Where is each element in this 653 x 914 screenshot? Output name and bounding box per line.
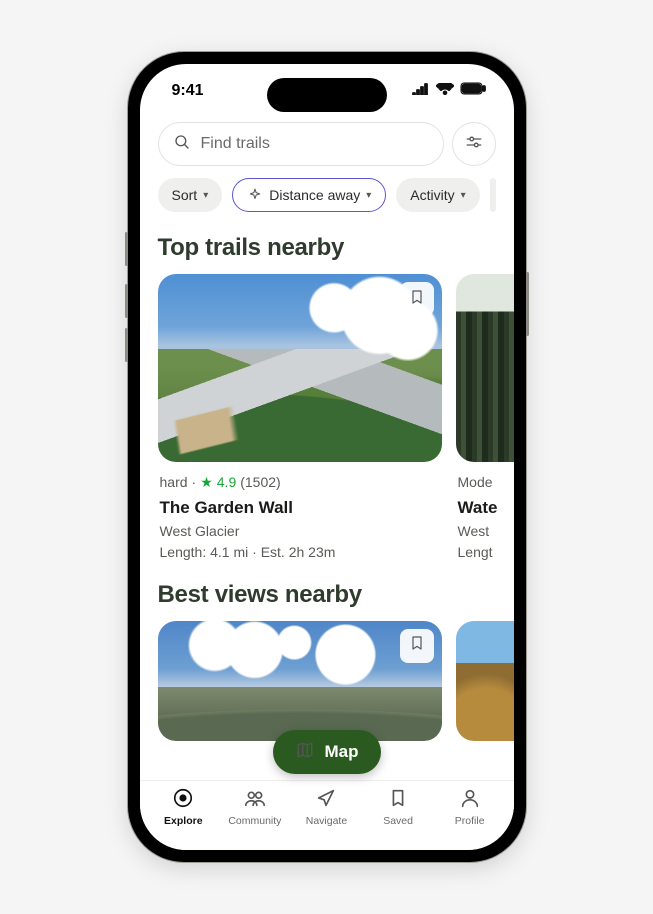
view-image bbox=[456, 621, 514, 741]
view-card[interactable] bbox=[158, 621, 442, 741]
best-views-row[interactable] bbox=[140, 621, 514, 741]
trail-image bbox=[456, 274, 514, 462]
view-card[interactable] bbox=[456, 621, 514, 741]
search-icon bbox=[173, 133, 191, 156]
bookmark-button[interactable] bbox=[400, 282, 434, 316]
trail-location: West Glacier bbox=[160, 521, 440, 542]
chip-distance[interactable]: Distance away ▾ bbox=[232, 178, 386, 212]
trail-location: West bbox=[458, 521, 514, 542]
chip-distance-label: Distance away bbox=[269, 187, 360, 203]
tab-saved[interactable]: Saved bbox=[362, 787, 434, 840]
map-button-label: Map bbox=[325, 742, 359, 762]
status-time: 9:41 bbox=[172, 82, 204, 100]
filter-button[interactable] bbox=[452, 122, 496, 166]
battery-icon bbox=[460, 82, 486, 100]
trail-est-label: Est. bbox=[261, 544, 285, 560]
chip-overflow[interactable] bbox=[490, 178, 496, 212]
trail-card[interactable]: hard · ★ 4.9 (1502) The Garden Wall West… bbox=[158, 274, 442, 563]
bookmark-icon bbox=[409, 288, 425, 311]
tab-label: Navigate bbox=[306, 815, 347, 827]
tab-label: Explore bbox=[164, 815, 203, 827]
trail-length-label: Length: bbox=[160, 544, 207, 560]
section-title-top-trails: Top trails nearby bbox=[140, 230, 514, 274]
sliders-icon bbox=[465, 133, 483, 156]
trail-reviews: (1502) bbox=[240, 472, 280, 493]
chip-sort-label: Sort bbox=[172, 187, 198, 203]
trail-title: The Garden Wall bbox=[160, 495, 440, 521]
map-button[interactable]: Map bbox=[273, 730, 381, 774]
tab-profile[interactable]: Profile bbox=[434, 787, 506, 840]
tab-community[interactable]: Community bbox=[219, 787, 291, 840]
chevron-down-icon: ▾ bbox=[461, 190, 466, 201]
tab-label: Community bbox=[228, 815, 281, 827]
tab-bar: Explore Community Navigate Saved bbox=[140, 780, 514, 850]
trail-card[interactable]: Mode Wate West Lengt bbox=[456, 274, 514, 563]
profile-icon bbox=[459, 787, 481, 812]
chevron-down-icon: ▾ bbox=[366, 190, 371, 201]
trail-title: Wate bbox=[458, 495, 514, 521]
star-icon: ★ bbox=[200, 472, 213, 493]
tab-navigate[interactable]: Navigate bbox=[291, 787, 363, 840]
view-image bbox=[158, 621, 442, 741]
search-placeholder: Find trails bbox=[201, 135, 270, 153]
sparkle-icon bbox=[247, 187, 263, 203]
navigate-icon bbox=[315, 787, 337, 812]
chevron-down-icon: ▾ bbox=[203, 190, 208, 201]
compass-icon bbox=[172, 787, 194, 812]
chip-activity-label: Activity bbox=[410, 187, 454, 203]
section-title-best-views: Best views nearby bbox=[140, 563, 514, 621]
bookmark-button[interactable] bbox=[400, 629, 434, 663]
trail-difficulty: Mode bbox=[458, 472, 514, 493]
trail-length-value: 4.1 mi bbox=[210, 544, 248, 560]
wifi-icon bbox=[436, 82, 454, 100]
chip-sort[interactable]: Sort ▾ bbox=[158, 178, 223, 212]
tab-label: Profile bbox=[455, 815, 485, 827]
bookmark-icon bbox=[409, 634, 425, 657]
top-trails-row[interactable]: hard · ★ 4.9 (1502) The Garden Wall West… bbox=[140, 274, 514, 563]
map-icon bbox=[295, 741, 315, 764]
trail-difficulty: hard bbox=[160, 472, 188, 493]
trail-length-label: Lengt bbox=[458, 542, 514, 563]
tab-explore[interactable]: Explore bbox=[148, 787, 220, 840]
search-input[interactable]: Find trails bbox=[158, 122, 444, 166]
dynamic-island bbox=[267, 78, 387, 112]
community-icon bbox=[244, 787, 266, 812]
trail-est-value: 2h 23m bbox=[289, 544, 336, 560]
trail-rating: 4.9 bbox=[217, 472, 236, 493]
tab-label: Saved bbox=[383, 815, 413, 827]
bookmark-icon bbox=[387, 787, 409, 812]
chip-activity[interactable]: Activity ▾ bbox=[396, 178, 479, 212]
trail-image bbox=[158, 274, 442, 462]
cellular-icon bbox=[412, 82, 430, 100]
